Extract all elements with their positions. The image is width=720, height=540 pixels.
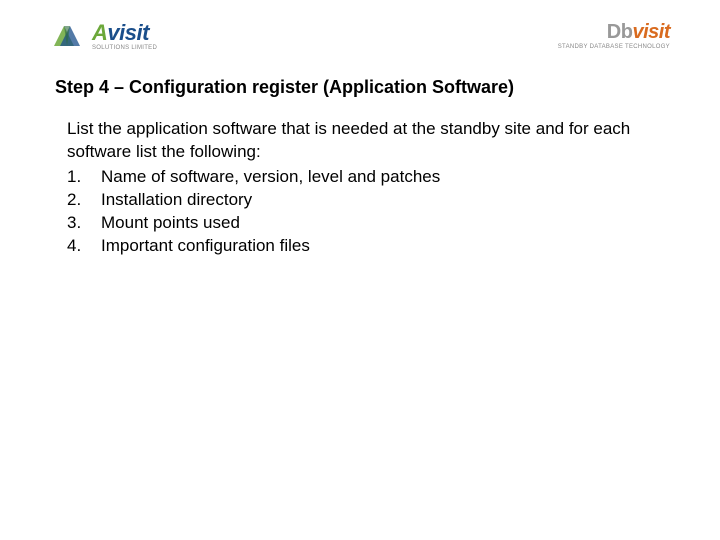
list-item: 4. Important configuration files	[67, 235, 665, 258]
list-text: Mount points used	[101, 212, 240, 235]
list-item: 1. Name of software, version, level and …	[67, 166, 665, 189]
list-number: 4.	[67, 235, 101, 258]
intro-text: List the application software that is ne…	[67, 118, 665, 164]
list-text: Installation directory	[101, 189, 252, 212]
body-text: List the application software that is ne…	[55, 118, 665, 258]
avisit-name-a: A	[92, 20, 107, 45]
list-text: Name of software, version, level and pat…	[101, 166, 440, 189]
page-title: Step 4 – Configuration register (Applica…	[55, 77, 665, 98]
avisit-name-visit: visit	[107, 20, 149, 45]
list-item: 3. Mount points used	[67, 212, 665, 235]
dbvisit-logo: Dbvisit STANDBY DATABASE TECHNOLOGY	[558, 22, 670, 50]
dbvisit-name-visit: visit	[632, 21, 670, 43]
list-item: 2. Installation directory	[67, 189, 665, 212]
dbvisit-name-db: Db	[607, 21, 633, 43]
list-number: 3.	[67, 212, 101, 235]
dbvisit-tagline: STANDBY DATABASE TECHNOLOGY	[558, 44, 670, 50]
avisit-name: Avisit	[92, 22, 157, 44]
content: Step 4 – Configuration register (Applica…	[0, 62, 720, 258]
ordered-list: 1. Name of software, version, level and …	[67, 166, 665, 258]
avisit-tagline: SOLUTIONS LIMITED	[92, 45, 157, 51]
header: Avisit SOLUTIONS LIMITED Dbvisit STANDBY…	[0, 0, 720, 62]
list-number: 1.	[67, 166, 101, 189]
avisit-logo: Avisit SOLUTIONS LIMITED	[50, 20, 157, 52]
avisit-text: Avisit SOLUTIONS LIMITED	[92, 22, 157, 51]
list-number: 2.	[67, 189, 101, 212]
list-text: Important configuration files	[101, 235, 310, 258]
dbvisit-name: Dbvisit	[607, 22, 670, 42]
avisit-mark-icon	[50, 20, 86, 52]
